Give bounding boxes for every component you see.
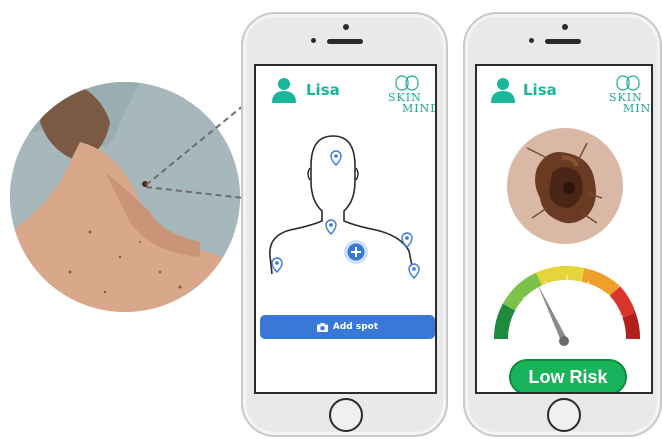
sensor-dot	[311, 38, 316, 43]
user-name: Lisa	[306, 81, 340, 99]
logo-line2: MIND	[623, 102, 652, 115]
mole-closeup-image	[507, 128, 623, 244]
screen-right: Lisa SKIN MIND	[475, 64, 653, 394]
camera-dot	[562, 24, 568, 30]
logo-line2: MIND	[402, 102, 437, 115]
marker-left-shoulder[interactable]	[271, 257, 283, 273]
marker-right-shoulder[interactable]	[401, 232, 413, 248]
plus-icon[interactable]	[344, 240, 368, 264]
screen-left: Lisa SKIN MIND Add spot	[254, 64, 437, 394]
home-button[interactable]	[329, 398, 363, 432]
camera-icon	[316, 322, 328, 332]
speaker	[545, 39, 581, 44]
risk-label: Low Risk	[528, 366, 608, 387]
user-icon	[272, 78, 296, 103]
logo-mark-icon	[395, 75, 419, 91]
sensor-dot	[529, 38, 534, 43]
logo-mark-icon	[616, 75, 640, 91]
risk-gauge	[493, 265, 640, 346]
add-spot-button[interactable]: Add spot	[260, 315, 435, 339]
marker-neck[interactable]	[325, 219, 337, 235]
add-spot-label: Add spot	[332, 322, 379, 332]
body-map[interactable]	[256, 126, 437, 296]
gauge-needle	[537, 283, 569, 346]
low-risk-button[interactable]: Low Risk	[509, 359, 627, 392]
phone-right: Lisa SKIN MIND	[463, 12, 662, 437]
marker-far-right[interactable]	[408, 263, 420, 279]
phone-left: Lisa SKIN MIND Add spot	[241, 12, 448, 437]
user-name: Lisa	[523, 81, 557, 99]
speaker	[327, 39, 363, 44]
home-button[interactable]	[547, 398, 581, 432]
user-icon	[491, 78, 515, 103]
marker-head[interactable]	[330, 150, 342, 166]
camera-dot	[343, 24, 349, 30]
